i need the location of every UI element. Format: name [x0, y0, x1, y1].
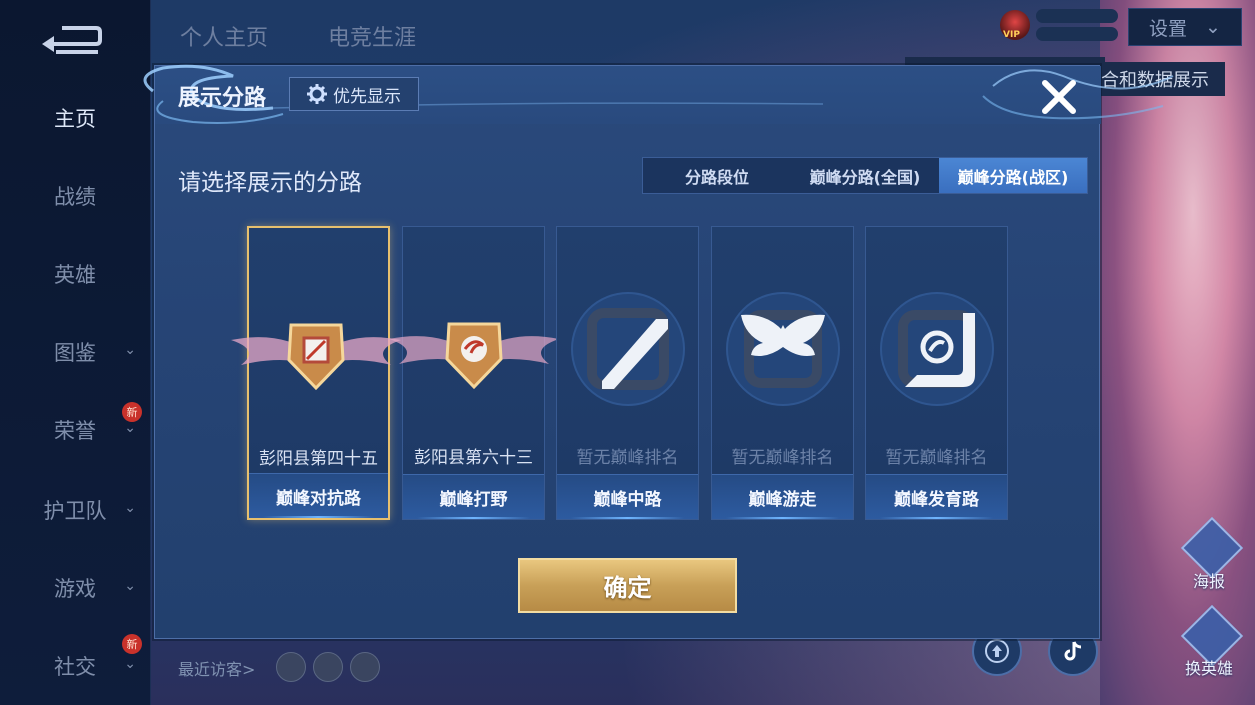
dialog-title: 展示分路 [178, 86, 267, 111]
tab-profile[interactable]: 个人主页 [180, 20, 268, 52]
lane-name: 巅峰打野 [403, 474, 544, 519]
back-arrow-icon [42, 26, 102, 54]
confirm-label: 确定 [603, 574, 652, 602]
lane-name: 巅峰对抗路 [249, 473, 388, 518]
lane-display-dialog: 展示分路 优先显示 请选择展示的分路 分路段位 巅峰分路(全国) 巅峰分路(战区… [143, 64, 1174, 639]
chevron-down-icon: ⌄ [124, 656, 136, 672]
priority-display-label: 优先显示 [333, 86, 401, 107]
lane-rank-text: 暂无巅峰排名 [885, 448, 988, 468]
lane-name: 巅峰游走 [712, 474, 853, 519]
sidebar-item-codex[interactable]: 图鉴 ⌄ [0, 332, 150, 372]
back-button[interactable] [38, 22, 104, 58]
top-tabs: 个人主页 电竞生涯 [180, 20, 416, 52]
lane-card-clash[interactable]: 彭阳县第四十五 巅峰对抗路 [231, 226, 401, 520]
new-badge: 新 [122, 402, 142, 422]
farm-lane-icon [880, 292, 994, 406]
douyin-icon [1064, 641, 1082, 661]
sidebar-item-label: 图鉴 [54, 341, 96, 365]
lane-name-label: 巅峰游走 [748, 489, 817, 510]
dialog-subtitle: 请选择展示的分路 [178, 170, 362, 196]
sidebar-item-home[interactable]: 主页 [0, 98, 150, 138]
sidebar-item-guard-team[interactable]: 护卫队 ⌄ [0, 490, 150, 530]
lane-card-jungle[interactable]: 彭阳县第六十三 巅峰打野 [389, 226, 559, 520]
hero-art-background [1100, 0, 1255, 705]
close-icon [1042, 80, 1076, 114]
lane-name-label: 巅峰打野 [439, 489, 508, 510]
tab-peak-lane-national[interactable]: 巅峰分路(全国) [791, 158, 939, 193]
behind-panel-band [905, 57, 1105, 65]
close-button[interactable] [1038, 76, 1080, 118]
tab-lane-rank[interactable]: 分路段位 [643, 158, 791, 193]
visitor-avatar[interactable] [276, 652, 306, 682]
chevron-down-icon: ⌄ [1205, 16, 1221, 38]
top-status-pill [1036, 27, 1118, 41]
lane-rank-text: 暂无巅峰排名 [576, 448, 679, 468]
lane-rank-text: 彭阳县第六十三 [414, 448, 533, 468]
visitor-avatar[interactable] [313, 652, 343, 682]
vip-label: VIP [1003, 30, 1020, 40]
lane-name-label: 巅峰中路 [593, 489, 662, 510]
sidebar-item-honor[interactable]: 荣誉 ⌄ 新 [0, 402, 150, 450]
sidebar-item-label: 社交 [54, 655, 96, 679]
sidebar-item-label: 英雄 [54, 263, 96, 287]
top-status-pill [1036, 9, 1118, 23]
mid-lane-icon [571, 292, 685, 406]
sidebar-item-social[interactable]: 社交 ⌄ 新 [0, 634, 150, 686]
sidebar-item-label: 游戏 [54, 577, 96, 601]
upload-icon [985, 639, 1009, 663]
poster-label: 海报 [1193, 572, 1226, 591]
new-badge: 新 [122, 634, 142, 654]
ranking-scope-tabs: 分路段位 巅峰分路(全国) 巅峰分路(战区) [642, 157, 1088, 194]
lane-card-roam[interactable]: 暂无巅峰排名 巅峰游走 [711, 226, 854, 520]
chevron-down-icon: ⌄ [124, 500, 136, 516]
chevron-down-icon: ⌄ [124, 420, 136, 436]
lane-card-mid[interactable]: 暂无巅峰排名 巅峰中路 [556, 226, 699, 520]
sidebar: 主页 战绩 英雄 图鉴 ⌄ 荣誉 ⌄ 新 护卫队 ⌄ 游戏 ⌄ 社交 ⌄ 新 [0, 0, 151, 705]
sidebar-item-records[interactable]: 战绩 [0, 176, 150, 216]
sidebar-item-label: 荣誉 [54, 419, 96, 443]
data-display-label: 合和数据展示 [1100, 62, 1225, 96]
tab-peak-lane-region[interactable]: 巅峰分路(战区) [939, 158, 1087, 193]
lane-rank-text: 暂无巅峰排名 [731, 448, 834, 468]
chevron-down-icon: ⌄ [124, 578, 136, 594]
priority-display-button[interactable]: 优先显示 [289, 77, 419, 111]
confirm-button[interactable]: 确定 [518, 558, 737, 613]
lane-name: 巅峰中路 [557, 474, 698, 519]
lane-rank-text: 彭阳县第四十五 [259, 449, 378, 469]
gear-icon [307, 84, 327, 104]
lane-name-label: 巅峰对抗路 [276, 488, 361, 509]
lane-card-farm[interactable]: 暂无巅峰排名 巅峰发育路 [865, 226, 1008, 520]
settings-button[interactable]: 设置 ⌄ [1128, 8, 1242, 46]
switch-hero-label: 换英雄 [1185, 659, 1234, 678]
lane-name: 巅峰发育路 [866, 474, 1007, 519]
sidebar-item-label: 主页 [54, 107, 96, 131]
tab-esports-career[interactable]: 电竞生涯 [328, 20, 416, 52]
sidebar-item-games[interactable]: 游戏 ⌄ [0, 568, 150, 608]
recent-visitors-label[interactable]: 最近访客> [178, 656, 255, 680]
sidebar-item-label: 护卫队 [43, 499, 107, 523]
jungle-icon [389, 322, 559, 390]
sidebar-item-heroes[interactable]: 英雄 [0, 254, 150, 294]
data-display-text: 合和数据展示 [1101, 70, 1209, 91]
sidebar-item-label: 战绩 [54, 185, 96, 209]
lane-name-label: 巅峰发育路 [894, 489, 979, 510]
settings-label: 设置 [1149, 17, 1188, 40]
roam-icon [726, 292, 840, 406]
chevron-down-icon: ⌄ [124, 342, 136, 358]
lane-card-list: 彭阳县第四十五 巅峰对抗路 彭阳县第六十三 巅峰打野 暂无巅峰排名 巅峰中路 暂… [231, 226, 1011, 520]
visitor-avatar[interactable] [350, 652, 380, 682]
